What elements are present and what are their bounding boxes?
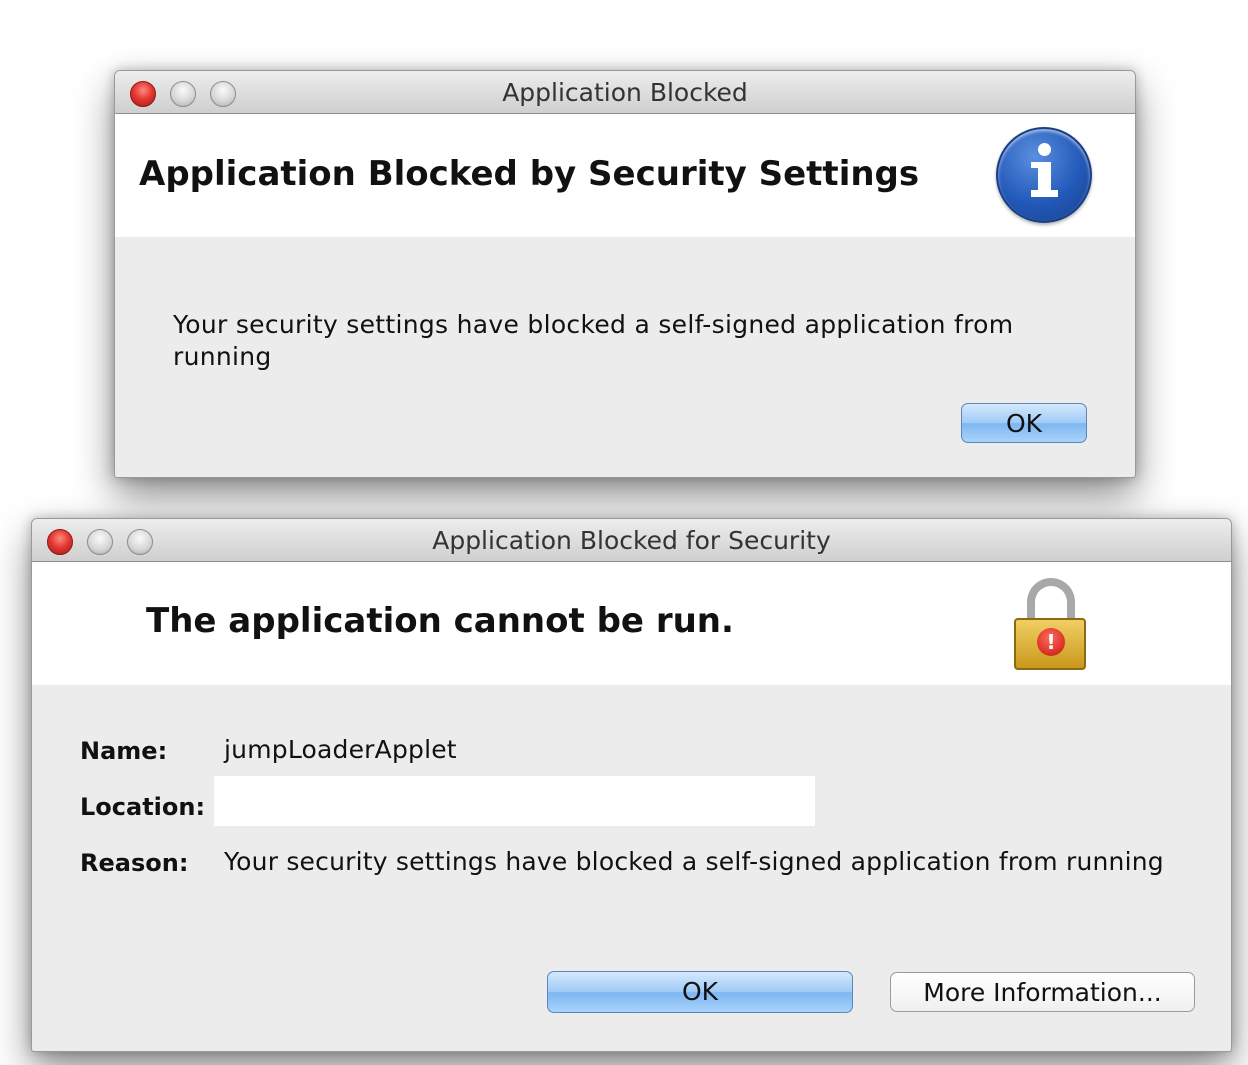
ok-button[interactable]: OK [961, 403, 1087, 443]
dialog-heading: The application cannot be run. [146, 601, 734, 641]
dialog-message: Your security settings have blocked a se… [173, 310, 1014, 371]
window-title: Application Blocked for Security [432, 526, 831, 555]
application-blocked-for-security-dialog: Application Blocked for Security The app… [31, 518, 1232, 1052]
application-blocked-dialog: Application Blocked Application Blocked … [114, 70, 1136, 478]
location-label: Location: [80, 793, 206, 821]
name-label: Name: [80, 737, 168, 765]
dialog-heading: Application Blocked by Security Settings [139, 154, 920, 194]
location-field [214, 776, 815, 826]
dialog-header: The application cannot be run. ! [32, 562, 1231, 685]
name-value: jumpLoaderApplet [224, 735, 457, 764]
window-title: Application Blocked [502, 78, 748, 107]
titlebar[interactable]: Application Blocked [115, 71, 1135, 114]
titlebar[interactable]: Application Blocked for Security [32, 519, 1231, 562]
info-icon [996, 127, 1092, 223]
alert-badge-icon: ! [1037, 628, 1065, 656]
dialog-header: Application Blocked by Security Settings [115, 114, 1135, 237]
reason-value: Your security settings have blocked a se… [224, 847, 1164, 876]
reason-label: Reason: [80, 849, 189, 877]
ok-button[interactable]: OK [547, 971, 853, 1013]
more-information-button[interactable]: More Information... [890, 972, 1195, 1012]
lock-warning-icon: ! [1014, 578, 1088, 670]
